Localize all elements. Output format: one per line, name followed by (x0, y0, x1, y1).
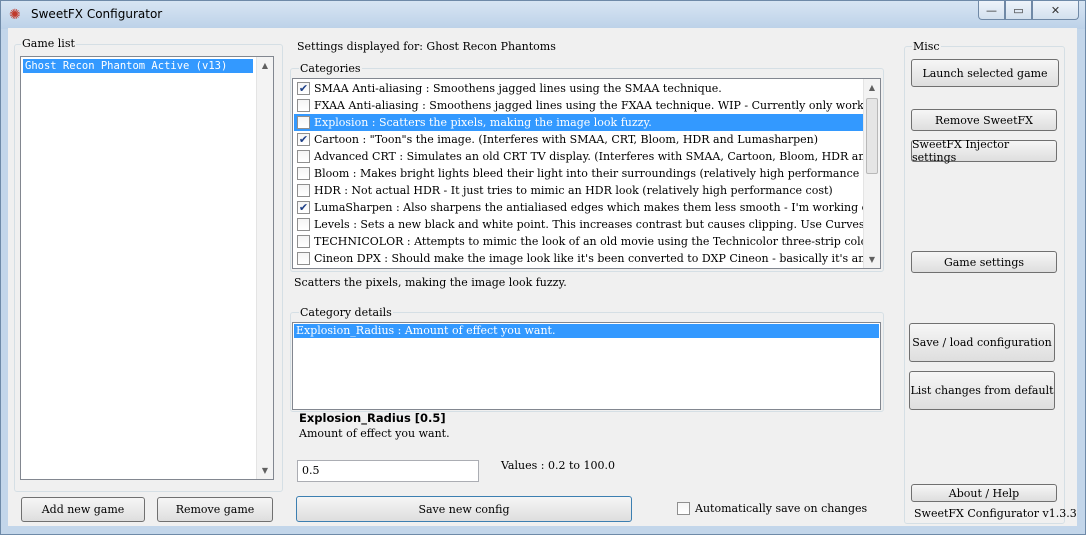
close-button[interactable]: ✕ (1032, 1, 1079, 20)
category-label: FXAA Anti-aliasing : Smoothens jagged li… (314, 99, 863, 112)
category-item[interactable]: FXAA Anti-aliasing : Smoothens jagged li… (294, 97, 863, 114)
scroll-up-icon[interactable]: ▲ (257, 57, 273, 74)
category-item[interactable]: Advanced CRT : Simulates an old CRT TV d… (294, 148, 863, 165)
parameter-description: Amount of effect you want. (299, 427, 450, 440)
remove-game-button[interactable]: Remove game (157, 497, 273, 522)
category-details-label: Category details (299, 306, 393, 319)
category-label: TECHNICOLOR : Attempts to mimic the look… (314, 235, 863, 248)
category-checkbox[interactable]: ✔ (297, 82, 310, 95)
remove-sweetfx-button[interactable]: Remove SweetFX (911, 109, 1057, 131)
categories-listbox[interactable]: Cineon DPX : Should make the image look … (292, 78, 881, 269)
category-label: Explosion : Scatters the pixels, making … (314, 116, 652, 129)
category-label: Advanced CRT : Simulates an old CRT TV d… (314, 150, 863, 163)
category-checkbox[interactable] (297, 150, 310, 163)
category-label: Cineon DPX : Should make the image look … (314, 252, 863, 265)
categories-label: Categories (299, 62, 362, 75)
category-item[interactable]: ✔ Cartoon : "Toon"s the image. (Interfere… (294, 131, 863, 148)
list-changes-button[interactable]: List changes from default (909, 371, 1055, 410)
category-description: Scatters the pixels, making the image lo… (294, 276, 567, 289)
category-label: LumaSharpen : Also sharpens the antialia… (314, 201, 863, 214)
category-checkbox[interactable] (297, 116, 310, 129)
title-bar[interactable]: ✺ SweetFX Configurator — ▭ ✕ (1, 1, 1085, 29)
game-list-item[interactable]: Ghost Recon Phantom Active (v13) (23, 59, 253, 73)
categories-scrollbar[interactable]: ▲ ▼ (863, 79, 880, 268)
auto-save-label: Automatically save on changes (695, 502, 868, 515)
category-item[interactable]: ✔ SMAA Anti-aliasing : Smoothens jagged l… (294, 80, 863, 97)
window-title: SweetFX Configurator (31, 7, 163, 21)
save-new-config-button[interactable]: Save new config (296, 496, 632, 522)
settings-displayed-for-label: Settings displayed for: Ghost Recon Phan… (297, 40, 556, 53)
parameter-value-text: 0.5 (302, 464, 320, 477)
displayed-for-text: Settings displayed for: (297, 40, 423, 53)
category-item[interactable]: HDR : Not actual HDR - It just tries to … (294, 182, 863, 199)
injector-settings-button[interactable]: SweetFX Injector settings (911, 138, 1057, 164)
category-checkbox[interactable] (297, 235, 310, 248)
game-list-label: Game list (21, 37, 76, 50)
category-checkbox[interactable] (297, 167, 310, 180)
sweetfx-app-icon: ✺ (9, 7, 21, 23)
auto-save-option[interactable]: Automatically save on changes (677, 502, 867, 515)
category-checkbox[interactable] (297, 184, 310, 197)
parameter-value-input[interactable]: 0.5 (297, 460, 479, 482)
minimize-button[interactable]: — (978, 1, 1005, 20)
category-checkbox[interactable] (297, 252, 310, 265)
category-item[interactable]: ✔ LumaSharpen : Also sharpens the antiali… (294, 199, 863, 216)
save-load-config-button[interactable]: Save / load configuration (909, 323, 1055, 362)
about-help-button[interactable]: About / Help (911, 484, 1057, 502)
category-label: HDR : Not actual HDR - It just tries to … (314, 184, 833, 197)
game-list-scrollbar[interactable]: ▲ ▼ (256, 57, 273, 479)
category-checkbox[interactable] (297, 99, 310, 112)
category-details-listbox[interactable]: Explosion_Radius : Amount of effect you … (292, 322, 881, 410)
category-label: SMAA Anti-aliasing : Smoothens jagged li… (314, 82, 722, 95)
scrollbar-thumb[interactable] (866, 98, 878, 174)
misc-label: Misc (912, 40, 941, 53)
maximize-button[interactable]: ▭ (1005, 1, 1032, 20)
parameter-name: Explosion_Radius [0.5] (299, 411, 446, 425)
category-checkbox[interactable] (297, 218, 310, 231)
category-item[interactable]: Cineon DPX : Should make the image look … (294, 250, 863, 267)
category-item[interactable]: Levels : Sets a new black and white poin… (294, 216, 863, 233)
category-checkbox[interactable]: ✔ (297, 133, 310, 146)
category-item[interactable]: Explosion : Scatters the pixels, making … (294, 114, 863, 131)
add-new-game-button[interactable]: Add new game (21, 497, 145, 522)
game-settings-button[interactable]: Game settings (911, 251, 1057, 273)
launch-game-button[interactable]: Launch selected game (911, 59, 1059, 87)
values-range-label: Values : 0.2 to 100.0 (501, 459, 615, 472)
window-controls: — ▭ ✕ (978, 1, 1079, 20)
scroll-down-icon[interactable]: ▼ (864, 251, 880, 268)
current-game-name: Ghost Recon Phantoms (426, 40, 556, 53)
auto-save-checkbox[interactable] (677, 502, 690, 515)
category-checkbox[interactable]: ✔ (297, 201, 310, 214)
scroll-down-icon[interactable]: ▼ (257, 462, 273, 479)
category-item[interactable]: Bloom : Makes bright lights bleed their … (294, 165, 863, 182)
category-item[interactable]: TECHNICOLOR : Attempts to mimic the look… (294, 233, 863, 250)
scroll-up-icon[interactable]: ▲ (864, 79, 880, 96)
version-label: SweetFX Configurator v1.3.3 (914, 507, 1077, 520)
category-label: Levels : Sets a new black and white poin… (314, 218, 863, 231)
details-list-item[interactable]: Explosion_Radius : Amount of effect you … (294, 324, 879, 338)
category-label: Bloom : Makes bright lights bleed their … (314, 167, 863, 180)
game-listbox[interactable]: Ghost Recon Phantom Active (v13) ▲ ▼ (20, 56, 274, 480)
category-label: Cartoon : "Toon"s the image. (Interferes… (314, 133, 819, 146)
